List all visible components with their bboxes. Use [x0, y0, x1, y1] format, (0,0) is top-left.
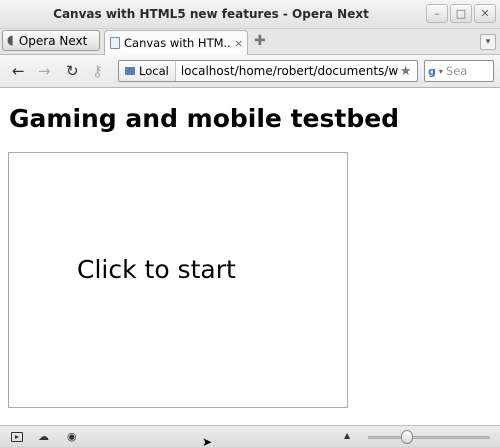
turbo-icon[interactable]: ◉ — [67, 430, 77, 443]
tab-menu-chevron-icon[interactable]: ▾ — [480, 34, 496, 50]
minimize-button[interactable]: – — [426, 4, 448, 23]
tab-strip: ◖ Opera Next Canvas with HTM... × ✚ ▾ — [0, 29, 500, 55]
page-heading: Gaming and mobile testbed — [9, 104, 400, 133]
computer-icon — [125, 67, 135, 75]
search-box[interactable]: g ▾ Sea — [424, 60, 494, 82]
opera-logo-icon: ◖ — [7, 33, 14, 48]
tab-label: Canvas with HTM... — [124, 36, 230, 50]
forward-button[interactable]: → — [38, 62, 51, 80]
maximize-button[interactable]: □ — [450, 4, 472, 23]
address-bar[interactable]: Local localhost/home/robert/documents/wr… — [118, 60, 418, 82]
page-icon — [110, 37, 120, 49]
opera-menu-button[interactable]: ◖ Opera Next — [2, 30, 100, 51]
zoom-slider-thumb[interactable] — [401, 430, 413, 444]
bookmark-star-icon[interactable]: ★ — [398, 64, 412, 79]
security-label: Local — [139, 64, 169, 78]
zoom-menu-icon[interactable]: ▲ — [344, 431, 350, 440]
google-icon[interactable]: g — [428, 65, 436, 78]
back-button[interactable]: ← — [12, 62, 25, 80]
game-canvas[interactable]: Click to start — [8, 152, 348, 408]
opera-menu-label: Opera Next — [18, 33, 88, 48]
reload-button[interactable]: ↻ — [66, 62, 79, 80]
canvas-start-text: Click to start — [77, 255, 236, 284]
tab-canvas[interactable]: Canvas with HTM... × — [104, 30, 248, 55]
mouse-cursor-icon: ➤ — [202, 435, 213, 447]
tab-close-icon[interactable]: × — [234, 37, 243, 50]
zoom-slider[interactable] — [368, 436, 490, 439]
panel-toggle-icon[interactable] — [11, 432, 23, 442]
security-badge[interactable]: Local — [119, 61, 176, 81]
window-titlebar[interactable]: Canvas with HTML5 new features - Opera N… — [0, 0, 500, 29]
url-field[interactable]: localhost/home/robert/documents/wr — [176, 64, 398, 78]
window-title: Canvas with HTML5 new features - Opera N… — [53, 7, 369, 21]
status-bar: ☁ ◉ ➤ ▲ — [0, 425, 500, 447]
window-controls: – □ ✕ — [426, 4, 496, 23]
close-button[interactable]: ✕ — [474, 4, 496, 23]
page-content: Gaming and mobile testbed Click to start — [0, 89, 500, 425]
chevron-down-icon[interactable]: ▾ — [439, 67, 443, 76]
navigation-bar: ← → ↻ ⚷ Local localhost/home/robert/docu… — [0, 55, 500, 88]
search-input[interactable]: Sea — [446, 64, 467, 78]
cloud-icon[interactable]: ☁ — [38, 430, 49, 443]
new-tab-icon[interactable]: ✚ — [254, 33, 266, 49]
wand-key-icon[interactable]: ⚷ — [92, 62, 103, 80]
